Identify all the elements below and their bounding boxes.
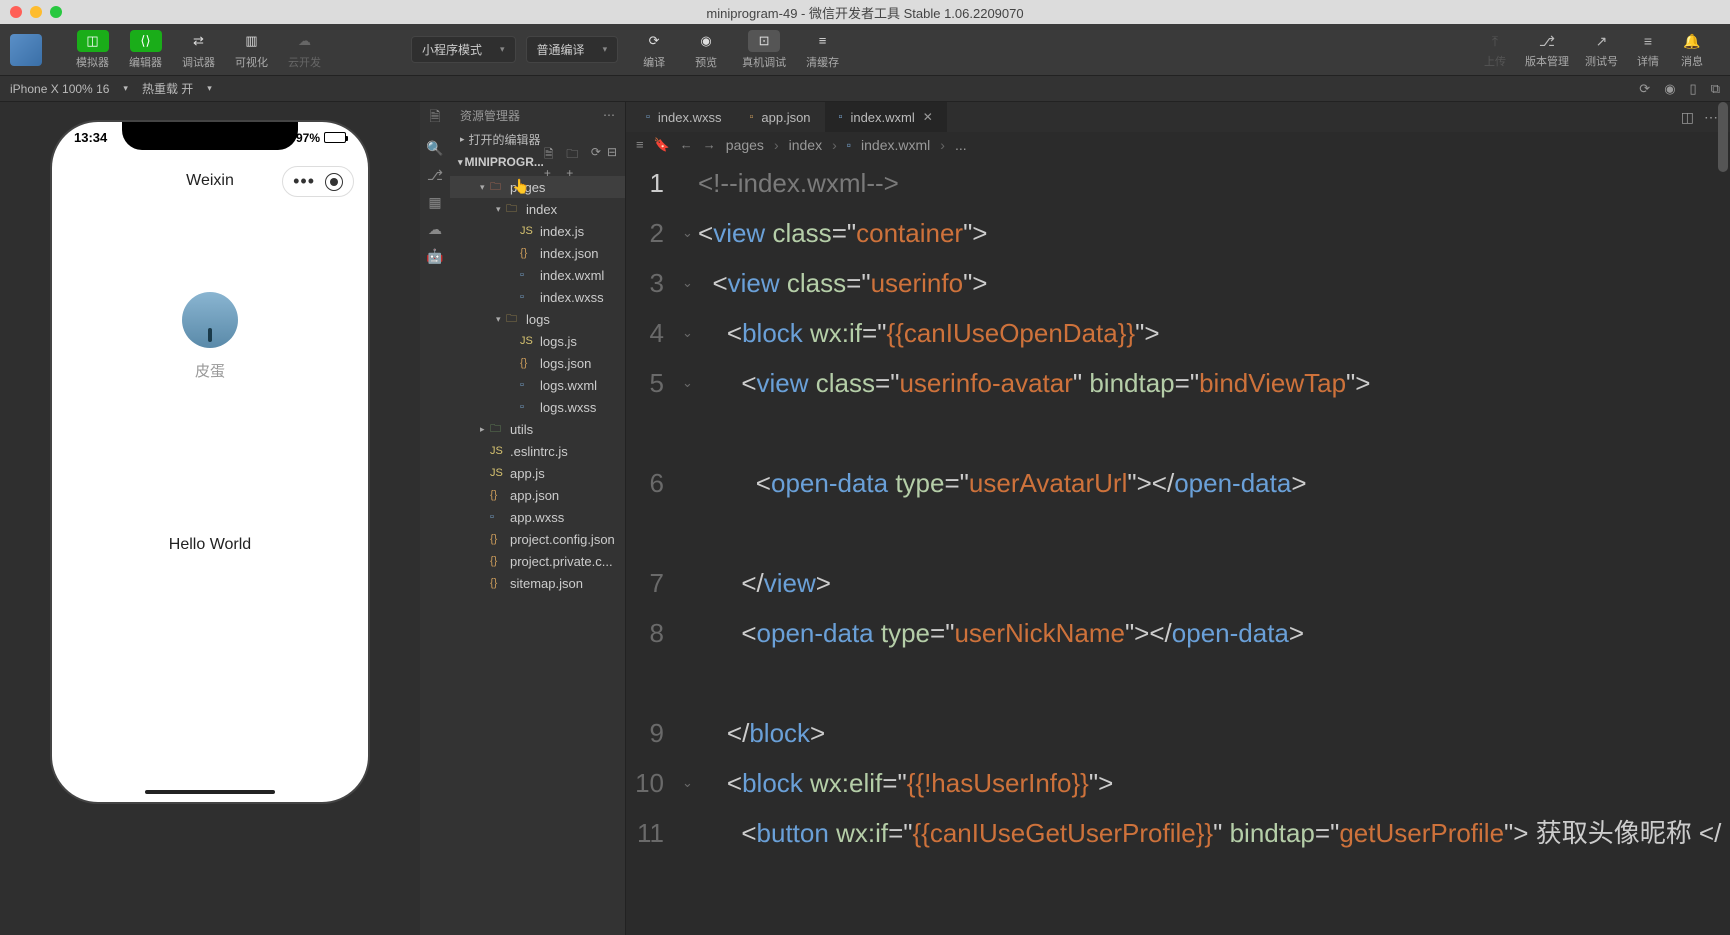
folder-utils[interactable]: ▸🗀utils (450, 418, 625, 440)
file-app.wxss[interactable]: ▫app.wxss (450, 506, 625, 528)
hello-text: Hello World (52, 536, 368, 554)
file-app.js[interactable]: JSapp.js (450, 462, 625, 484)
toolbar-编辑器[interactable]: ⟨⟩编辑器 (119, 26, 172, 74)
explorer-more-icon[interactable]: ⋯ (603, 108, 615, 122)
main-area: 13:34 97% Weixin ••• 皮蛋 Hello World 🗎 (0, 102, 1730, 935)
toolbar-消息[interactable]: 🔔消息 (1670, 26, 1714, 74)
device-select[interactable]: iPhone X 100% 16 (10, 82, 109, 96)
folder-logs[interactable]: ▾🗀logs (450, 308, 625, 330)
split-editor-icon[interactable]: ◫ (1681, 109, 1694, 126)
traffic-lights (0, 6, 62, 18)
robot-icon[interactable]: 🤖 (426, 248, 443, 265)
activity-bar: 🗎 🔍 ⎇ ▦ ☁ 🤖 (420, 102, 450, 935)
hot-reload[interactable]: 热重载 开 (142, 80, 193, 97)
toolbar-详情[interactable]: ≡详情 (1626, 26, 1670, 74)
file-app.json[interactable]: {}app.json (450, 484, 625, 506)
phone-notch (122, 122, 298, 150)
folder-index[interactable]: ▾🗀index (450, 198, 625, 220)
capsule-menu-icon[interactable]: ••• (293, 171, 315, 192)
toolbar-可视化[interactable]: ▥可视化 (225, 26, 278, 74)
file-project.config.json[interactable]: {}project.config.json (450, 528, 625, 550)
refresh-icon[interactable]: ⟳ (1639, 81, 1650, 97)
editor-panel: ▫index.wxss▫app.json▫index.wxml✕ ◫ ⋯ ≡ 🔖… (626, 102, 1730, 935)
phone-battery: 97% (296, 130, 346, 145)
maximize-window[interactable] (50, 6, 62, 18)
breadcrumb-item[interactable]: pages (726, 137, 764, 153)
record-icon[interactable]: ◉ (1664, 81, 1675, 97)
simulator-panel: 13:34 97% Weixin ••• 皮蛋 Hello World (0, 102, 420, 935)
breadcrumb-item[interactable]: index (789, 137, 822, 153)
mode-dropdown[interactable]: 小程序模式▾ (411, 36, 516, 63)
minimize-window[interactable] (30, 6, 42, 18)
toolbar-模拟器[interactable]: ◫模拟器 (66, 26, 119, 74)
file-logs.json[interactable]: {}logs.json (450, 352, 625, 374)
tab-app.json[interactable]: ▫app.json (735, 102, 824, 132)
breadcrumb-item[interactable]: index.wxml (861, 137, 930, 153)
user-avatar[interactable] (182, 292, 238, 348)
list-icon[interactable]: ≡ (636, 137, 644, 153)
project-icon[interactable] (10, 34, 42, 66)
file-sitemap.json[interactable]: {}sitemap.json (450, 572, 625, 594)
file-.eslintrc.js[interactable]: JS.eslintrc.js (450, 440, 625, 462)
toolbar-版本管理[interactable]: ⎇版本管理 (1517, 26, 1577, 74)
code-editor[interactable]: 1234567891011 ⌄⌄⌄⌄⌄ <!--index.wxml--><vi… (626, 158, 1730, 935)
breadcrumb-item[interactable]: ... (955, 137, 967, 153)
toolbar-上传[interactable]: ⤒上传 (1473, 26, 1517, 74)
scrollbar-thumb[interactable] (1718, 102, 1728, 172)
tab-close-icon[interactable]: ✕ (923, 110, 933, 124)
file-explorer: 资源管理器 ⋯ ▸打开的编辑器 ▾MINIPROGR... 🗎+ 🗀+ ⟳ ⊟ … (450, 102, 626, 935)
toolbar-测试号[interactable]: ↗测试号 (1577, 26, 1626, 74)
explorer-icon[interactable]: 🗎 (429, 106, 440, 130)
project-section[interactable]: ▾MINIPROGR... 🗎+ 🗀+ ⟳ ⊟ (450, 150, 625, 174)
search-icon[interactable]: 🔍 (426, 140, 443, 157)
editor-tabs: ▫index.wxss▫app.json▫index.wxml✕ ◫ ⋯ (626, 102, 1730, 132)
cloud-icon[interactable]: ☁ (428, 221, 442, 238)
toolbar-编译[interactable]: ⟳编译 (628, 26, 680, 74)
user-nickname: 皮蛋 (52, 360, 368, 381)
device-bar: iPhone X 100% 16▾ 热重载 开▾ ⟳ ◉ ▯ ⧉ (0, 76, 1730, 102)
window-title: miniprogram-49 - 微信开发者工具 Stable 1.06.220… (706, 3, 1023, 22)
file-index.wxml[interactable]: ▫index.wxml (450, 264, 625, 286)
file-logs.wxml[interactable]: ▫logs.wxml (450, 374, 625, 396)
extensions-icon[interactable]: ▦ (428, 194, 441, 211)
toolbar-预览[interactable]: ◉预览 (680, 26, 732, 74)
back-icon[interactable]: ← (680, 137, 693, 153)
capsule-close-icon[interactable] (325, 173, 343, 191)
phone-time: 13:34 (74, 130, 107, 145)
close-window[interactable] (10, 6, 22, 18)
file-index.json[interactable]: {}index.json (450, 242, 625, 264)
cursor-icon: 👆 (512, 178, 529, 195)
compile-dropdown[interactable]: 普通编译▾ (526, 36, 619, 63)
tab-index.wxml[interactable]: ▫index.wxml✕ (825, 102, 947, 132)
toolbar-调试器[interactable]: ⇄调试器 (172, 26, 225, 74)
file-index.wxss[interactable]: ▫index.wxss (450, 286, 625, 308)
bookmark-icon[interactable]: 🔖 (654, 137, 670, 153)
device-icon[interactable]: ▯ (1690, 81, 1697, 97)
file-logs.js[interactable]: JSlogs.js (450, 330, 625, 352)
folder-pages[interactable]: ▾🗀pages (450, 176, 625, 198)
branch-icon[interactable]: ⎇ (427, 167, 443, 184)
undock-icon[interactable]: ⧉ (1711, 81, 1720, 97)
phone-frame: 13:34 97% Weixin ••• 皮蛋 Hello World (52, 122, 368, 802)
editor-more-icon[interactable]: ⋯ (1704, 109, 1718, 126)
capsule-buttons: ••• (282, 166, 354, 197)
toolbar-清缓存[interactable]: ≡清缓存 (796, 26, 849, 74)
home-indicator (145, 790, 275, 794)
toolbar-真机调试[interactable]: ⊡真机调试 (732, 26, 796, 74)
file-index.js[interactable]: JSindex.js (450, 220, 625, 242)
file-project.private.c...[interactable]: {}project.private.c... (450, 550, 625, 572)
titlebar: miniprogram-49 - 微信开发者工具 Stable 1.06.220… (0, 0, 1730, 24)
tab-index.wxss[interactable]: ▫index.wxss (632, 102, 735, 132)
main-toolbar: ◫模拟器⟨⟩编辑器⇄调试器▥可视化☁云开发 小程序模式▾ 普通编译▾ ⟳编译◉预… (0, 24, 1730, 76)
breadcrumb: ≡ 🔖 ← → pages › index › ▫ index.wxml › .… (626, 132, 1730, 158)
fwd-icon[interactable]: → (703, 137, 716, 153)
toolbar-云开发[interactable]: ☁云开发 (278, 26, 331, 74)
explorer-header: 资源管理器 ⋯ (450, 102, 625, 128)
file-logs.wxss[interactable]: ▫logs.wxss (450, 396, 625, 418)
